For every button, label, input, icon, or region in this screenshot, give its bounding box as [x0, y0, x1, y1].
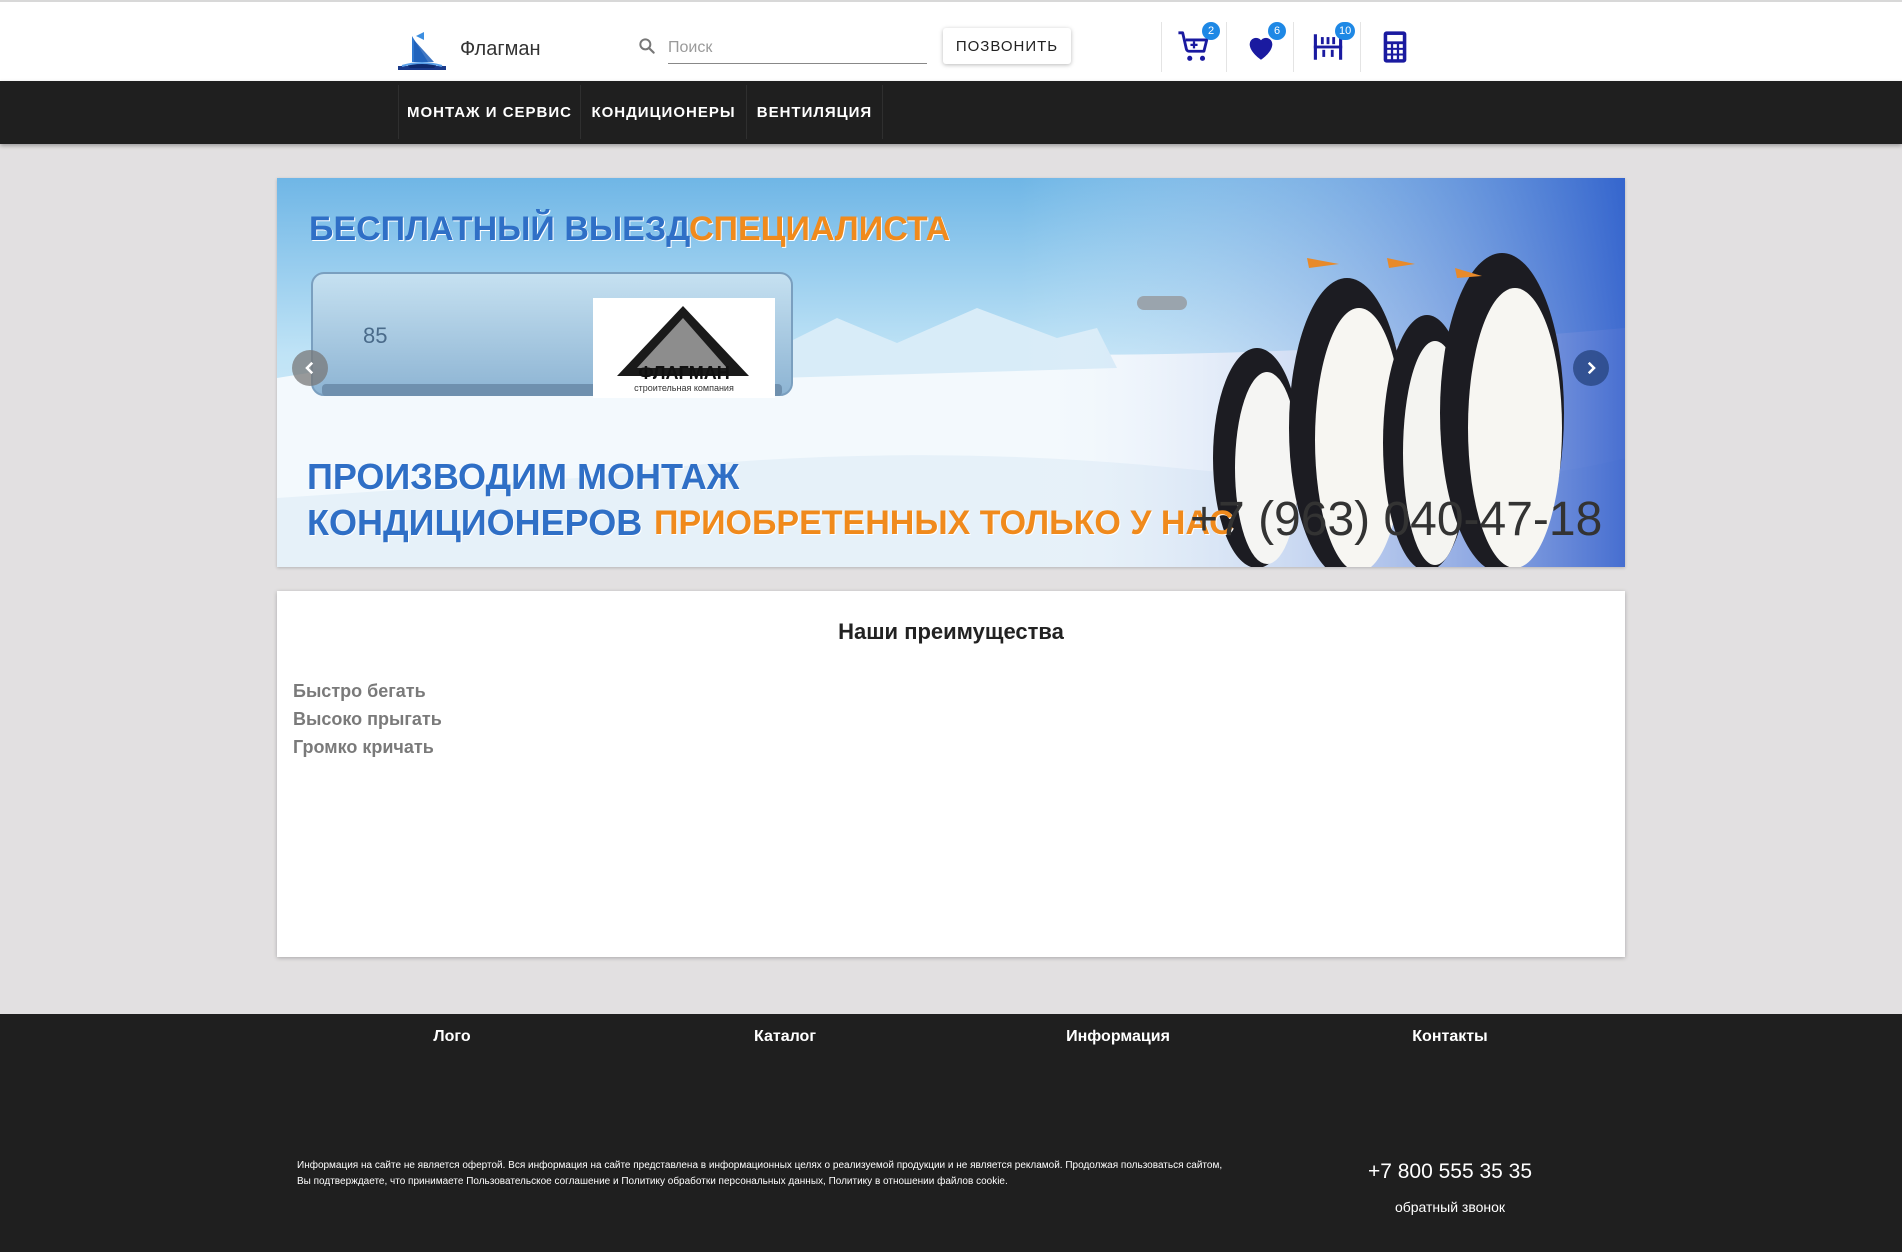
favorites-button[interactable]: 6	[1228, 22, 1294, 72]
advantages-list: Быстро бегать Высоко прыгать Громко крич…	[293, 677, 442, 761]
banner-headline-1b: СПЕЦИАЛИСТА	[689, 210, 951, 248]
calculator-icon	[1383, 31, 1407, 63]
cart-button[interactable]: 2	[1161, 22, 1227, 72]
advantage-item: Громко кричать	[293, 737, 434, 757]
footer-phone[interactable]: +7 800 555 35 35	[1368, 1160, 1532, 1184]
footer-callback-link[interactable]: обратный звонок	[1395, 1199, 1505, 1215]
nav-item-installation-service[interactable]: МОНТАЖ И СЕРВИС	[398, 85, 581, 139]
advantages-section: Наши преимущества Быстро бегать Высоко п…	[277, 591, 1625, 957]
logo-ship-icon[interactable]	[398, 30, 446, 72]
footer-col-logo: Лого	[433, 1028, 471, 1045]
banner-headline-3b: ПРИОБРЕТЕННЫХ ТОЛЬКО У НАС	[654, 504, 1234, 542]
nav-item-air-conditioners[interactable]: КОНДИЦИОНЕРЫ	[581, 85, 747, 139]
search-input[interactable]	[668, 32, 927, 64]
banner-phone: +7 (963) 040-47-18	[1190, 493, 1603, 546]
footer-col-catalog[interactable]: Каталог	[754, 1028, 816, 1046]
banner-logo-text: ФЛАГМАН	[638, 363, 730, 383]
advantage-item: Высоко прыгать	[293, 709, 442, 729]
chevron-left-icon	[305, 361, 314, 375]
advantages-title: Наши преимущества	[838, 619, 1064, 644]
cart-count-badge: 2	[1202, 22, 1220, 40]
carousel-prev-button[interactable]	[292, 350, 328, 386]
advantage-item: Быстро бегать	[293, 681, 426, 701]
banner-headline-1a: БЕСПЛАТНЫЙ ВЫЕЗД	[309, 210, 691, 248]
main-nav: МОНТАЖ И СЕРВИС КОНДИЦИОНЕРЫ ВЕНТИЛЯЦИЯ	[0, 81, 1902, 144]
header: Флагман ПОЗВОНИТЬ 2 6	[0, 0, 1902, 81]
promo-banner-carousel[interactable]: 85 ФЛАГМАН строительная компания БЕСПЛАТ…	[277, 178, 1625, 567]
call-button[interactable]: ПОЗВОНИТЬ	[943, 28, 1071, 64]
compare-button[interactable]: 10	[1295, 22, 1361, 72]
footer-col-contacts[interactable]: Контакты	[1412, 1028, 1487, 1046]
carousel-next-button[interactable]	[1573, 350, 1609, 386]
brand-name[interactable]: Флагман	[460, 38, 541, 61]
banner-headline-2: ПРОИЗВОДИМ МОНТАЖ	[307, 456, 740, 497]
footer-legal-text: Информация на сайте не является офертой.…	[297, 1160, 1223, 1187]
banner-headline-3a: КОНДИЦИОНЕРОВ	[307, 502, 643, 543]
compare-count-badge: 10	[1335, 22, 1356, 40]
search-icon[interactable]	[637, 36, 657, 56]
chevron-right-icon	[1587, 361, 1596, 375]
calculator-button[interactable]	[1362, 22, 1428, 72]
favorites-count-badge: 6	[1268, 22, 1286, 40]
nav-item-ventilation[interactable]: ВЕНТИЛЯЦИЯ	[747, 85, 883, 139]
footer-col-info[interactable]: Информация	[1066, 1028, 1170, 1046]
ac-display-text: 85	[363, 323, 387, 348]
footer: Лого Каталог Информация Контакты Информа…	[0, 1014, 1902, 1252]
banner-logo-subtext: строительная компания	[634, 383, 734, 393]
